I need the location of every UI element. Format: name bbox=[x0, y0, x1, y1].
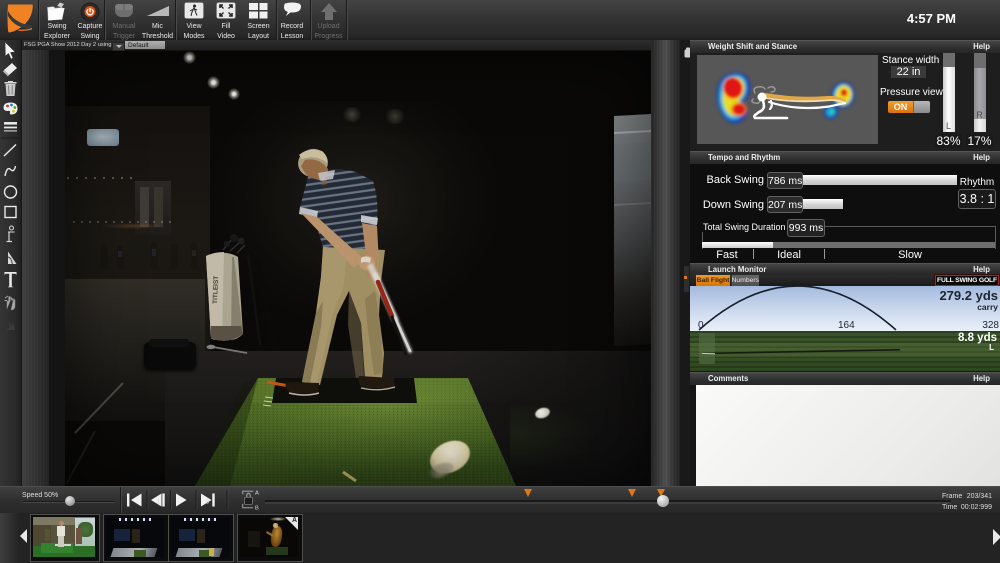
svg-text:3: 3 bbox=[206, 499, 210, 506]
svg-text:1: 1 bbox=[157, 499, 161, 506]
svg-text:A: A bbox=[255, 491, 259, 497]
svg-text:B: B bbox=[255, 506, 259, 510]
